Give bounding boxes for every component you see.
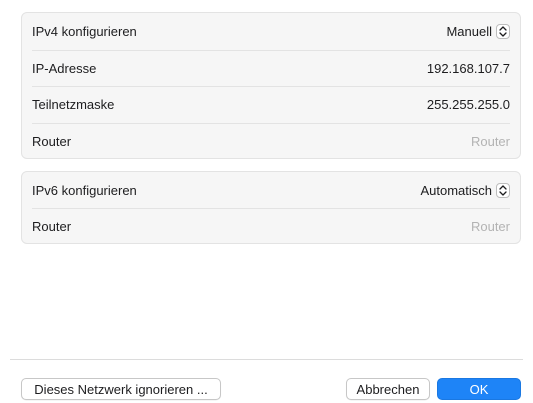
- chevron-up-down-icon: [496, 23, 510, 39]
- ipv4-router-label: Router: [32, 133, 72, 149]
- ipv6-settings-group: IPv6 konfigurieren Automatisch Router Ro…: [21, 171, 521, 244]
- ipv6-router-value: Router: [470, 219, 510, 234]
- ipv6-router-row: Router Router: [32, 208, 510, 244]
- ipv4-configure-value: Manuell: [446, 23, 492, 39]
- ip-address-field[interactable]: 192.168.107.7: [427, 61, 510, 76]
- ipv4-settings-group: IPv4 konfigurieren Manuell IP-Adresse 19…: [21, 12, 521, 159]
- ipv4-configure-label: IPv4 konfigurieren: [32, 23, 137, 39]
- subnet-mask-row: Teilnetzmaske 255.255.255.0: [32, 86, 510, 123]
- chevron-up-down-icon: [496, 182, 510, 198]
- ipv6-configure-value: Automatisch: [420, 182, 492, 198]
- cancel-button[interactable]: Abbrechen: [346, 378, 430, 400]
- footer-divider: [10, 359, 523, 360]
- ipv6-configure-row: IPv6 konfigurieren Automatisch: [32, 172, 510, 208]
- ipv4-configure-popup[interactable]: Manuell: [446, 23, 510, 39]
- ok-button[interactable]: OK: [437, 378, 521, 400]
- ipv4-configure-row: IPv4 konfigurieren Manuell: [32, 13, 510, 50]
- ipv6-configure-label: IPv6 konfigurieren: [32, 182, 137, 198]
- ipv6-router-label: Router: [32, 219, 72, 234]
- ipv6-configure-popup[interactable]: Automatisch: [420, 182, 510, 198]
- ip-address-label: IP-Adresse: [32, 60, 97, 76]
- ip-address-row: IP-Adresse 192.168.107.7: [32, 49, 510, 87]
- subnet-mask-field[interactable]: 255.255.255.0: [427, 97, 510, 112]
- ignore-network-button[interactable]: Dieses Netzwerk ignorieren ...: [21, 378, 221, 400]
- ipv4-router-field[interactable]: Router: [471, 134, 510, 149]
- ipv4-router-row: Router Router: [32, 122, 510, 160]
- subnet-mask-label: Teilnetzmaske: [32, 97, 115, 113]
